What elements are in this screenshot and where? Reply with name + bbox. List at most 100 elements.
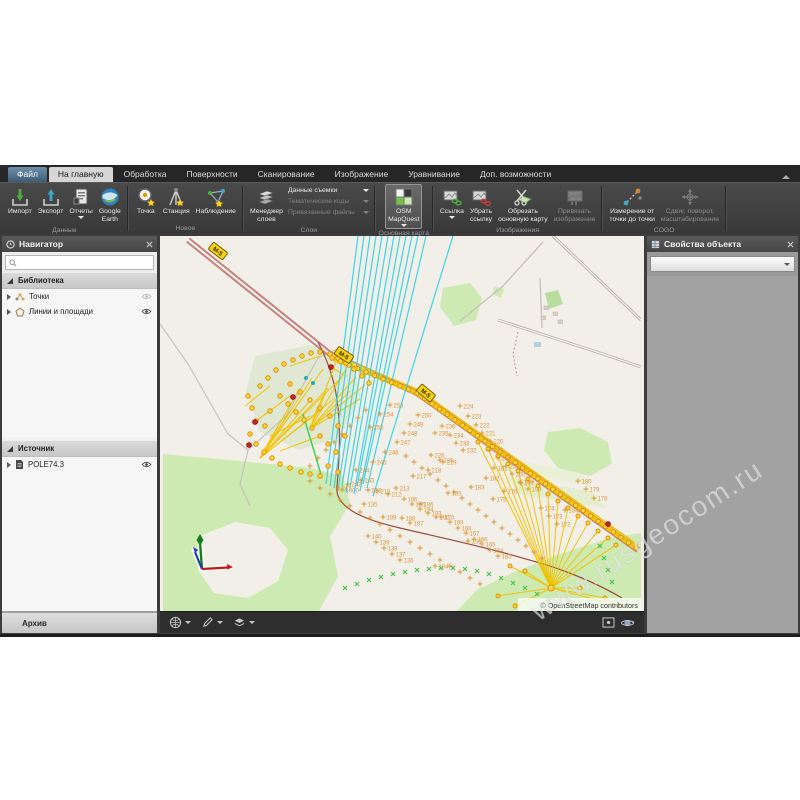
screenshot-stage: Файл На главную Обработка Поверхности Ск… (0, 0, 800, 800)
properties-header: Свойства объекта (647, 236, 798, 252)
pencil-icon (201, 616, 214, 629)
object-selector-dropdown[interactable] (650, 256, 795, 272)
file-icon (15, 459, 24, 470)
svg-text:173: 173 (553, 515, 564, 521)
svg-text:220: 220 (494, 440, 505, 446)
reports-button[interactable]: Отчеты (66, 184, 96, 221)
dropdown-caret-icon (363, 211, 369, 214)
expand-arrow-icon[interactable] (7, 462, 11, 468)
svg-text:255: 255 (374, 426, 385, 432)
tree-item-points[interactable]: Точки (2, 289, 157, 304)
tab-image[interactable]: Изображение (326, 167, 398, 182)
map-panel: 2552542532502492482472462452442432422412… (160, 236, 644, 633)
svg-text:184: 184 (569, 509, 580, 515)
archive-bar[interactable]: Архив (2, 611, 157, 633)
layers-icon (233, 616, 246, 629)
point-icon (135, 186, 157, 208)
reports-icon (70, 186, 92, 208)
unlink-button[interactable]: Убрать ссылку (467, 184, 495, 226)
osm-copyright: © OpenStreetMap contributors (540, 601, 638, 610)
thematic-codes-menu[interactable]: Тематические коды (288, 198, 369, 205)
link-image-icon (441, 186, 463, 208)
tab-home[interactable]: На главную (49, 167, 113, 182)
library-block: Библиотека Точки Линии и площади (2, 252, 157, 437)
link-button[interactable]: Ссылка (437, 184, 467, 221)
tab-file[interactable]: Файл (8, 167, 47, 182)
osm-mapquest-button[interactable]: OSM MapQuest (385, 184, 422, 229)
svg-text:223: 223 (472, 415, 483, 421)
search-input[interactable] (20, 257, 150, 268)
section-expander-icon (7, 446, 13, 452)
svg-text:245: 245 (377, 461, 388, 467)
dropdown-caret-icon (185, 621, 191, 624)
orbit-3d-icon[interactable] (621, 617, 635, 629)
visibility-eye-icon[interactable] (141, 293, 152, 300)
tree-item-lines-areas[interactable]: Линии и площади (2, 304, 157, 319)
measure-point-to-point-button[interactable]: Измерение от точки до точки (606, 184, 657, 226)
ribbon-group-basemap: OSM MapQuest Основная карта (376, 183, 432, 234)
tab-processing[interactable]: Обработка (115, 167, 176, 182)
section-library[interactable]: Библиотека (2, 272, 157, 289)
unlink-image-icon (470, 186, 492, 208)
map-toolbar (160, 611, 644, 633)
svg-text:254: 254 (384, 413, 395, 419)
svg-text:244: 244 (360, 469, 371, 475)
layer-manager-button[interactable]: Менеджер слоев (247, 184, 286, 226)
tab-adjustment[interactable]: Уравнивание (399, 167, 469, 182)
svg-text:205: 205 (510, 465, 521, 471)
basemap-globe-button[interactable] (169, 616, 191, 629)
svg-text:234: 234 (454, 434, 465, 440)
survey-data-menu[interactable]: Данные съемки (288, 187, 369, 194)
ribbon: Импорт Экспорт Отчеты Google Eart (0, 182, 800, 234)
tab-extras[interactable]: Доп. возможности (471, 167, 560, 182)
map-canvas[interactable]: 2552542532502492482472462452442432422412… (160, 236, 641, 611)
draw-tool-button[interactable] (201, 616, 223, 629)
svg-text:177: 177 (525, 482, 536, 488)
search-icon (9, 259, 17, 267)
point-button[interactable]: Точка (132, 184, 160, 218)
google-earth-button[interactable]: Google Earth (96, 184, 124, 226)
visibility-eye-icon[interactable] (141, 308, 152, 315)
dropdown-caret-icon (449, 216, 455, 219)
ribbon-collapse-button[interactable] (782, 175, 790, 179)
layers-visibility-button[interactable] (233, 616, 255, 629)
tab-surfaces[interactable]: Поверхности (177, 167, 246, 182)
attach-image-button[interactable]: Привязать изображение (551, 184, 599, 226)
export-button[interactable]: Экспорт (35, 184, 67, 218)
visibility-eye-icon[interactable] (141, 461, 152, 468)
station-button[interactable]: Станция (160, 184, 193, 218)
station-icon (165, 186, 187, 208)
search-row (2, 252, 157, 272)
chevron-up-icon (782, 175, 790, 179)
svg-text:185: 185 (452, 492, 463, 498)
crop-basemap-button[interactable]: Обрезать основную карту (495, 184, 551, 226)
properties-body (647, 276, 798, 633)
linked-files-menu[interactable]: Привязанные файлы (288, 209, 369, 216)
image-frame-icon[interactable] (602, 617, 615, 628)
section-source[interactable]: Источник (2, 440, 157, 457)
expand-arrow-icon[interactable] (7, 309, 11, 315)
svg-text:217: 217 (417, 475, 428, 481)
ribbon-group-images: Ссылка Убрать ссылку Обрезать основную к… (434, 183, 602, 234)
observation-icon (205, 186, 227, 208)
tree-item-source-file[interactable]: POLE74.3 (2, 457, 157, 472)
svg-text:212: 212 (392, 493, 403, 499)
close-icon[interactable] (787, 241, 794, 248)
main-area: Навигатор Библиотека (0, 234, 800, 635)
points-icon (15, 292, 25, 302)
import-button[interactable]: Импорт (5, 184, 35, 218)
svg-text:163: 163 (502, 555, 513, 561)
svg-text:253: 253 (394, 404, 405, 410)
tab-scanning[interactable]: Сканирование (249, 167, 324, 182)
svg-text:219: 219 (447, 461, 458, 467)
close-icon[interactable] (146, 241, 153, 248)
observation-button[interactable]: Наблюдение (193, 184, 239, 218)
shift-rotate-scale-button[interactable]: Сдвиг, поворот, масштабирование (658, 184, 722, 226)
map-viewport[interactable]: 2552542532502492482472462452442432422412… (160, 236, 644, 611)
expand-arrow-icon[interactable] (7, 294, 11, 300)
svg-text:198: 198 (532, 488, 543, 494)
svg-text:208: 208 (502, 457, 513, 463)
dropdown-caret-icon (363, 200, 369, 203)
ribbon-group-layers: Менеджер слоев Данные съемки Тематически… (244, 183, 374, 234)
navigator-header: Навигатор (2, 236, 157, 252)
